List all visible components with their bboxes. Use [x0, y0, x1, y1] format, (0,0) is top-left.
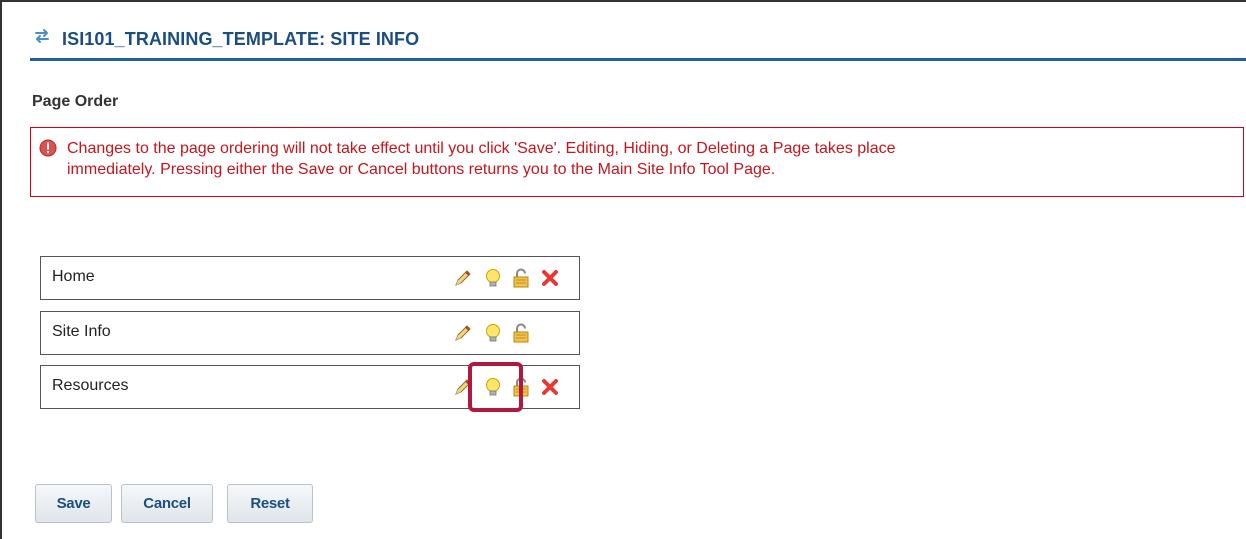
pencil-icon[interactable] — [453, 323, 473, 343]
page-label: Resources — [52, 377, 129, 394]
reorder-arrows-icon — [35, 29, 49, 43]
alert-line-1: Changes to the page ordering will not ta… — [67, 140, 896, 157]
unlock-icon[interactable] — [511, 268, 531, 288]
section-title: Page Order — [32, 93, 119, 110]
delete-x-icon[interactable] — [540, 377, 560, 397]
delete-x-icon[interactable] — [540, 268, 560, 288]
page-title: ISI101_TRAINING_TEMPLATE: SITE INFO — [62, 29, 420, 49]
unlock-icon[interactable] — [511, 323, 531, 343]
tool-title-bar: ISI101_TRAINING_TEMPLATE: SITE INFO — [30, 22, 1246, 61]
alert-message: Changes to the page ordering will not ta… — [30, 127, 1244, 197]
page-label: Site Info — [52, 323, 111, 340]
lightbulb-icon[interactable] — [483, 268, 503, 288]
window-left-border — [0, 0, 2, 539]
reset-button[interactable]: Reset — [227, 484, 313, 523]
page-row-home[interactable]: Home — [40, 256, 580, 300]
page-row-site-info[interactable]: Site Info — [40, 311, 580, 355]
alert-text: Changes to the page ordering will not ta… — [67, 138, 1227, 180]
lightbulb-icon[interactable] — [483, 323, 503, 343]
page-label: Home — [52, 268, 95, 285]
save-button[interactable]: Save — [35, 484, 112, 523]
alert-line-2: immediately. Pressing either the Save or… — [67, 161, 776, 178]
cancel-button[interactable]: Cancel — [121, 484, 213, 523]
pencil-icon[interactable] — [453, 268, 473, 288]
highlight-annotation — [468, 362, 523, 412]
exclamation-circle-icon — [39, 139, 57, 157]
window-top-border — [0, 0, 1246, 2]
